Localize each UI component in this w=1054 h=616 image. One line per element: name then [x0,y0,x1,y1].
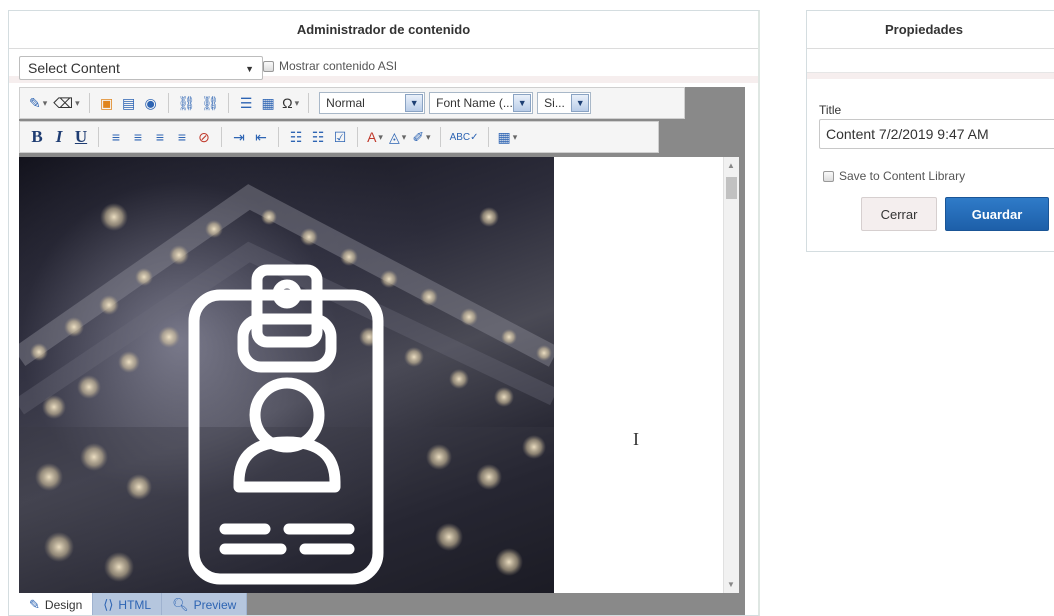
properties-band [807,49,1054,73]
properties-divider [807,73,1054,79]
font-size-value: Si... [544,96,565,110]
justify-icon[interactable]: ≡ [171,125,193,149]
code-icon: ⟨⟩ [103,597,114,612]
show-asi-content-checkbox[interactable]: Mostrar contenido ASI [263,59,397,73]
toolbar-separator [221,127,222,147]
italic-button[interactable]: I [48,125,70,149]
save-to-library-checkbox[interactable]: Save to Content Library [823,169,965,183]
paragraph-icon[interactable]: ☰ [235,91,257,115]
toolbar-separator [228,93,230,113]
dropdown-arrow-icon[interactable]: ▼ [571,94,590,112]
template-icon[interactable]: ▦ [257,91,279,115]
tab-html[interactable]: ⟨⟩ HTML [93,593,163,615]
tab-design-label: Design [44,598,83,612]
special-characters-icon[interactable]: Ω [279,91,302,115]
link-manager-icon[interactable]: ◉ [140,91,162,115]
tab-html-label: HTML [118,598,152,612]
rich-text-editor: ✎ ⌫ ▣ ▤ ◉ ⛓ ⛓ ☰ ▦ Ω Normal ▼ Font Name (… [19,87,745,615]
align-right-icon[interactable]: ≡ [149,125,171,149]
checkbox-icon[interactable] [823,170,834,182]
toolbar-separator [357,127,358,147]
paste-as-text-icon[interactable]: ▤ [118,91,140,115]
scroll-down-icon[interactable]: ▼ [727,580,735,589]
remove-alignment-icon[interactable]: ⊘ [193,125,215,149]
toolbar-separator [167,93,169,113]
dropdown-arrow-icon: ▼ [245,64,254,74]
magnifier-icon: 🔍︎ [172,597,189,612]
scrollbar-thumb[interactable] [726,177,737,199]
content-hero-image [19,157,554,593]
title-input[interactable] [819,119,1054,149]
tab-preview[interactable]: 🔍︎ Preview [162,593,248,615]
dropdown-arrow-icon[interactable]: ▼ [405,94,424,112]
numbered-list-icon[interactable]: ☷ [285,125,307,149]
paste-icon[interactable]: ▣ [96,91,118,115]
save-to-library-label: Save to Content Library [839,169,966,183]
toolbar-separator [308,93,310,113]
format-brush-icon[interactable]: ✎ [26,91,50,115]
fore-color-icon[interactable]: A [364,125,386,149]
font-size-dropdown[interactable]: Si... ▼ [537,92,592,114]
align-left-icon[interactable]: ≡ [105,125,127,149]
editor-content-area[interactable]: I ▲ ▼ [19,157,739,593]
checkbox-icon[interactable] [263,60,274,72]
title-field-label: Title [819,103,842,117]
back-color-icon[interactable]: ◬ [386,125,409,149]
tab-design[interactable]: ✎ Design [19,593,94,615]
dropdown-arrow-icon[interactable]: ▼ [513,94,532,112]
save-button[interactable]: Guardar [945,197,1049,231]
outdent-icon[interactable]: ⇤ [250,125,272,149]
scroll-up-icon[interactable]: ▲ [727,161,735,170]
properties-panel: Propiedades Title Save to Content Librar… [806,10,1054,252]
content-select-row: Select Content ▼ Mostrar contenido ASI [9,49,758,83]
font-name-value: Font Name (... [436,96,513,110]
show-asi-content-label: Mostrar contenido ASI [279,59,398,73]
editor-mode-bar: ✎ Design ⟨⟩ HTML 🔍︎ Preview [19,593,745,615]
editor-toolbar-row-2: B I U ≡ ≡ ≡ ≡ ⊘ ⇥ ⇤ ☷ ☷ ☑ A ◬ ✐ ABC✓ ▦ [19,121,659,153]
format-stripper-icon[interactable]: ✐ [409,125,433,149]
unlink-icon[interactable]: ⛓ [198,91,222,115]
editor-vertical-scrollbar[interactable]: ▲ ▼ [723,157,739,593]
content-manager-panel: Administrador de contenido Select Conten… [8,10,760,616]
content-manager-title: Administrador de contenido [9,11,758,49]
toggle-borders-icon[interactable]: ☑ [329,125,351,149]
text-cursor-icon: I [633,429,639,449]
bold-button[interactable]: B [26,125,48,149]
eraser-icon[interactable]: ⌫ [50,91,82,115]
tab-preview-label: Preview [193,598,237,612]
font-name-dropdown[interactable]: Font Name (... ▼ [429,92,534,114]
paragraph-format-dropdown[interactable]: Normal ▼ [319,92,426,114]
pencil-icon: ✎ [29,597,40,612]
select-content-dropdown[interactable]: Select Content ▼ [19,56,263,80]
toolbar-separator [439,127,441,147]
indent-icon[interactable]: ⇥ [228,125,250,149]
toolbar-separator [278,127,279,147]
insert-table-icon[interactable]: ▦ [495,125,521,149]
toolbar-separator [487,127,489,147]
select-content-value: Select Content [28,60,120,76]
bulleted-list-icon[interactable]: ☷ [307,125,329,149]
bokeh-lights-image [19,184,554,593]
spell-check-icon[interactable]: ABC✓ [447,125,482,149]
hyperlink-icon[interactable]: ⛓ [175,91,199,115]
align-center-icon[interactable]: ≡ [127,125,149,149]
paragraph-format-value: Normal [326,96,365,110]
close-button[interactable]: Cerrar [861,197,937,231]
editor-toolbar-row-1: ✎ ⌫ ▣ ▤ ◉ ⛓ ⛓ ☰ ▦ Ω Normal ▼ Font Name (… [19,87,685,119]
properties-title: Propiedades [807,11,1054,49]
toolbar-separator [88,93,90,113]
underline-button[interactable]: U [70,125,92,149]
toolbar-separator [98,127,99,147]
